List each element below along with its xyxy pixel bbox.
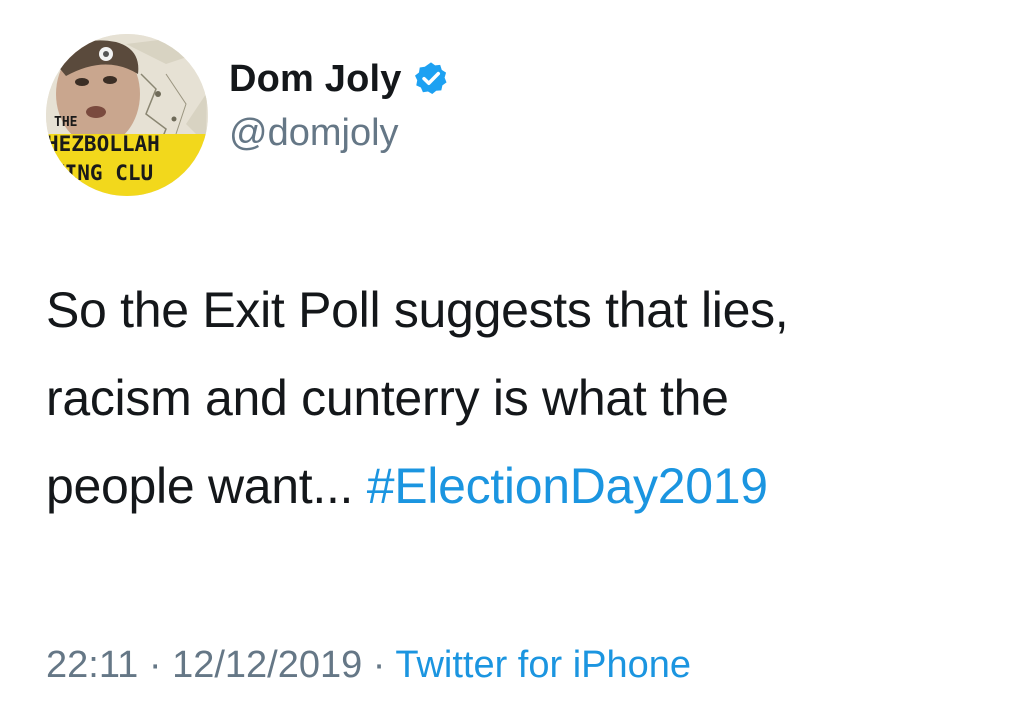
meta-separator: · — [362, 644, 396, 686]
tweet-text-line: racism and cunterry is what the — [46, 370, 729, 426]
avatar[interactable]: THE HEZBOLLAH KING CLU — [46, 34, 208, 196]
tweet-text-line: So the Exit Poll suggests that lies, — [46, 282, 789, 338]
tweet-date[interactable]: 12/12/2019 — [172, 644, 362, 686]
tweet-text: So the Exit Poll suggests that lies, rac… — [46, 266, 996, 530]
tweet-text-fragment: people want... — [46, 458, 367, 514]
hashtag-link[interactable]: #ElectionDay2019 — [367, 458, 768, 514]
display-name[interactable]: Dom Joly — [229, 58, 402, 101]
tweet-time[interactable]: 22:11 — [46, 644, 138, 686]
author-name-row[interactable]: Dom Joly — [229, 56, 450, 102]
author-handle[interactable]: @domjoly — [229, 112, 399, 155]
tweet-card: THE HEZBOLLAH KING CLU Dom Joly @domjoly… — [0, 0, 1033, 724]
verified-badge-icon — [412, 60, 450, 98]
avatar-text-title: HEZBOLLAH — [46, 132, 160, 156]
avatar-text-subtitle: KING CLU — [52, 161, 153, 185]
tweet-source-link[interactable]: Twitter for iPhone — [395, 644, 691, 686]
meta-separator: · — [138, 644, 173, 686]
avatar-book-cover-image: THE HEZBOLLAH KING CLU — [46, 34, 208, 196]
avatar-text-the: THE — [54, 115, 77, 130]
tweet-text-line: people want... #ElectionDay2019 — [46, 442, 996, 530]
tweet-meta: 22:11 · 12/12/2019 · Twitter for iPhone — [46, 644, 691, 687]
